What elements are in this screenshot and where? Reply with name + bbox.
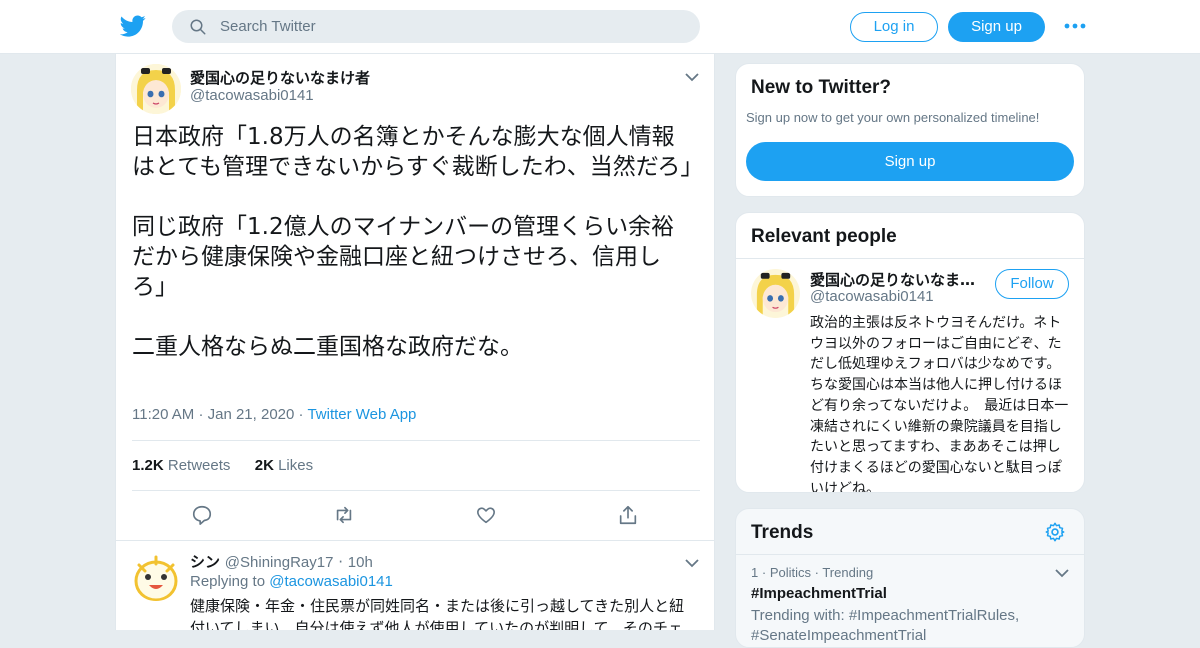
- signup-button[interactable]: Sign up: [948, 12, 1045, 42]
- follow-button[interactable]: Follow: [995, 269, 1069, 299]
- divider: [132, 440, 700, 441]
- replying-to-label: Replying to: [190, 573, 266, 590]
- likes-count: 2K: [254, 457, 274, 474]
- like-heart-icon[interactable]: [475, 504, 497, 526]
- reply-time-ago[interactable]: 10h: [348, 554, 373, 571]
- trend-metadata: 1 · Politics · Trending: [751, 565, 873, 580]
- trends-title: Trends: [751, 522, 814, 543]
- top-navigation-bar: Log in Sign up: [0, 0, 1200, 54]
- author-avatar[interactable]: [131, 64, 181, 114]
- replying-to-handle[interactable]: @tacowasabi0141: [269, 573, 393, 590]
- tweet-source-link[interactable]: Twitter Web App: [307, 406, 416, 423]
- likes-stat[interactable]: 2K Likes: [255, 457, 313, 474]
- trending-with-label: Trending with:: [751, 607, 845, 624]
- more-options-icon[interactable]: [1064, 19, 1086, 33]
- reply-icon[interactable]: [191, 504, 213, 526]
- trend-name[interactable]: #ImpeachmentTrial: [751, 585, 887, 602]
- gear-icon[interactable]: [1044, 521, 1066, 543]
- reply-header: シン @ShiningRay17 · 10h: [190, 551, 373, 572]
- relevant-people-title: Relevant people: [751, 226, 897, 247]
- tweet-date[interactable]: Jan 21, 2020: [208, 406, 295, 423]
- divider: [736, 258, 1084, 259]
- trending-with-tag[interactable]: #ImpeachmentTrialRules,: [849, 607, 1019, 624]
- login-button[interactable]: Log in: [850, 12, 938, 42]
- separator-dot: ·: [338, 553, 348, 571]
- chevron-down-icon[interactable]: [684, 71, 700, 83]
- tweet-metadata: 11:20 AM · Jan 21, 2020 · Twitter Web Ap…: [132, 406, 416, 423]
- new-to-twitter-card: New to Twitter? Sign up now to get your …: [735, 63, 1085, 197]
- retweets-count: 1.2K: [132, 457, 164, 474]
- tweet-text: 日本政府「1.8万人の名簿とかそんな膨大な個人情報はとても管理できないからすぐ裁…: [132, 122, 704, 392]
- new-to-twitter-title: New to Twitter?: [751, 77, 892, 98]
- tweet-stats: 1.2K Retweets 2K Likes: [132, 457, 313, 474]
- tweet-paragraph: 日本政府「1.8万人の名簿とかそんな膨大な個人情報はとても管理できないからすぐ裁…: [132, 124, 704, 180]
- trend-rank: 1: [751, 565, 759, 580]
- relevant-person-bio: 政治的主張は反ネトウヨそんだけ。ネトウヨ以外のフォローはご自由にどぞ、ただし低処…: [810, 315, 1069, 493]
- relevant-person-handle[interactable]: @tacowasabi0141: [810, 288, 934, 305]
- relevant-person-avatar[interactable]: [751, 269, 800, 318]
- search-input[interactable]: [220, 10, 680, 43]
- reply-avatar-image: [131, 551, 181, 601]
- sidebar-signup-button[interactable]: Sign up: [746, 142, 1074, 181]
- retweet-icon[interactable]: [333, 504, 355, 526]
- tweet-paragraph: 二重人格ならぬ二重国格な政府だな。: [132, 334, 523, 360]
- chevron-down-icon[interactable]: [684, 557, 700, 569]
- reply-author-avatar[interactable]: [131, 551, 181, 601]
- replying-to: Replying to @tacowasabi0141: [190, 573, 393, 590]
- retweets-label: Retweets: [167, 457, 231, 474]
- tweet-column: 愛国心の足りないなまけ者 @tacowasabi0141 日本政府「1.8万人の…: [115, 54, 715, 630]
- reply-author-handle[interactable]: @ShiningRay17: [225, 554, 334, 571]
- share-icon[interactable]: [617, 504, 639, 526]
- relevant-people-card: Relevant people 愛国心の足りないなま… @tacowasabi0…: [735, 212, 1085, 493]
- twitter-bird-icon[interactable]: [120, 13, 146, 39]
- author-name[interactable]: 愛国心の足りないなまけ者: [190, 67, 370, 88]
- author-handle[interactable]: @tacowasabi0141: [190, 87, 314, 104]
- search-icon: [190, 19, 206, 35]
- separator-dot: ·: [761, 565, 770, 580]
- retweets-stat[interactable]: 1.2K Retweets: [132, 457, 230, 474]
- reply-author-name[interactable]: シン: [190, 553, 220, 571]
- relevant-person-avatar-image: [751, 269, 800, 318]
- reply-tweet[interactable]: シン @ShiningRay17 · 10h Replying to @taco…: [116, 540, 714, 630]
- reply-text: 健康保険・年金・住民票が同姓同名・または後に引っ越してきた別人と紐付いてしまい、…: [190, 597, 685, 630]
- trending-with: Trending with: #ImpeachmentTrialRules, #…: [751, 606, 1051, 646]
- tweet-paragraph: 同じ政府「1.2億人のマイナンバーの管理くらい余裕だから健康保険や金融口座と紐つ…: [132, 214, 675, 300]
- trend-category: Politics: [769, 565, 811, 580]
- relevant-person-name[interactable]: 愛国心の足りないなま…: [810, 269, 975, 290]
- trend-status: Trending: [822, 565, 874, 580]
- chevron-down-icon[interactable]: [1054, 567, 1070, 579]
- trends-card: Trends 1 · Politics · Trending #Impeachm…: [735, 508, 1085, 648]
- separator-dot: ·: [198, 406, 208, 423]
- likes-label: Likes: [278, 457, 314, 474]
- search-bar: [172, 10, 700, 43]
- tweet-time[interactable]: 11:20 AM: [132, 406, 194, 423]
- divider: [132, 490, 700, 491]
- new-to-twitter-subtitle: Sign up now to get your own personalized…: [746, 110, 1040, 125]
- author-avatar-image: [131, 64, 181, 114]
- divider: [736, 554, 1084, 555]
